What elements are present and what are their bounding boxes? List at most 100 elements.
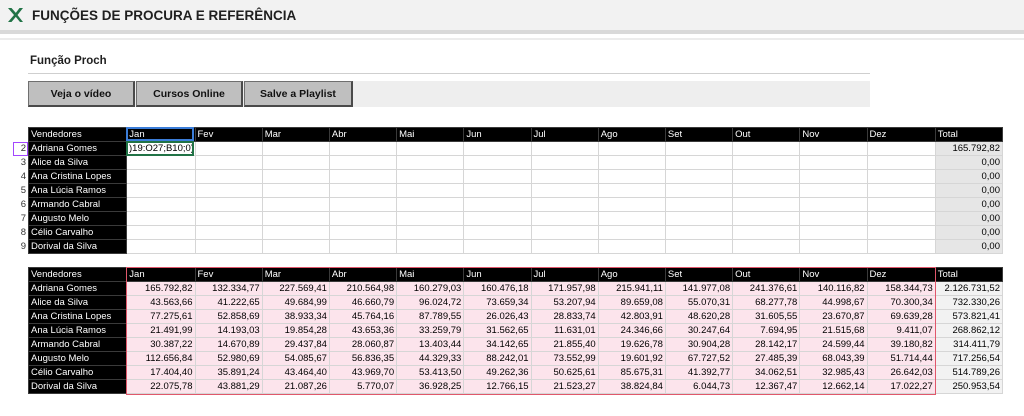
month-cell[interactable] bbox=[799, 211, 868, 226]
month-value-cell[interactable]: 49.684,99 bbox=[261, 295, 330, 310]
month-value-cell[interactable]: 69.639,28 bbox=[866, 309, 936, 324]
month-value-cell[interactable]: 43.563,66 bbox=[126, 295, 196, 310]
month-value-cell[interactable]: 19.626,78 bbox=[597, 337, 666, 352]
month-cell[interactable] bbox=[463, 225, 532, 240]
month-value-cell[interactable]: 70.300,34 bbox=[866, 295, 936, 310]
month-value-cell[interactable]: 160.279,03 bbox=[396, 281, 465, 296]
month-value-cell[interactable]: 241.376,61 bbox=[732, 281, 801, 296]
header-cell[interactable]: Ago bbox=[597, 127, 666, 142]
month-value-cell[interactable]: 43.881,29 bbox=[194, 379, 263, 394]
active-cell-formula[interactable]: )19:O27;B10;0) bbox=[126, 141, 194, 156]
month-cell[interactable] bbox=[597, 197, 666, 212]
salesperson-cell[interactable]: Augusto Melo bbox=[27, 351, 128, 366]
month-cell[interactable] bbox=[261, 169, 330, 184]
month-cell[interactable] bbox=[597, 141, 666, 156]
month-value-cell[interactable]: 33.259,79 bbox=[396, 323, 465, 338]
month-cell[interactable] bbox=[799, 197, 868, 212]
month-cell[interactable] bbox=[530, 197, 599, 212]
month-cell[interactable] bbox=[799, 225, 868, 240]
month-value-cell[interactable]: 56.836,35 bbox=[328, 351, 398, 366]
month-value-cell[interactable]: 42.803,91 bbox=[597, 309, 666, 324]
month-value-cell[interactable]: 52.980,69 bbox=[194, 351, 263, 366]
month-cell[interactable] bbox=[194, 225, 263, 240]
salesperson-cell[interactable]: Dorival da Silva bbox=[27, 379, 128, 394]
month-value-cell[interactable]: 26.026,43 bbox=[463, 309, 532, 324]
month-value-cell[interactable]: 77.275,61 bbox=[126, 309, 196, 324]
month-cell[interactable] bbox=[261, 197, 330, 212]
month-cell[interactable] bbox=[396, 169, 465, 184]
header-cell[interactable]: Nov bbox=[799, 267, 868, 282]
salesperson-cell[interactable]: Ana Lúcia Ramos bbox=[27, 183, 128, 198]
month-cell[interactable] bbox=[126, 183, 196, 198]
month-cell[interactable] bbox=[328, 239, 398, 254]
month-cell[interactable] bbox=[328, 183, 398, 198]
month-cell[interactable] bbox=[396, 155, 465, 170]
month-cell[interactable] bbox=[866, 141, 936, 156]
month-cell[interactable] bbox=[126, 155, 196, 170]
month-cell[interactable] bbox=[194, 183, 263, 198]
month-value-cell[interactable]: 12.662,14 bbox=[799, 379, 868, 394]
header-cell[interactable]: Out bbox=[732, 127, 801, 142]
month-cell[interactable] bbox=[597, 169, 666, 184]
month-cell[interactable] bbox=[530, 155, 599, 170]
month-cell[interactable] bbox=[194, 239, 263, 254]
month-cell[interactable] bbox=[328, 141, 398, 156]
month-value-cell[interactable]: 23.670,87 bbox=[799, 309, 868, 324]
month-value-cell[interactable]: 11.631,01 bbox=[530, 323, 599, 338]
month-cell[interactable] bbox=[664, 155, 734, 170]
month-value-cell[interactable]: 112.656,84 bbox=[126, 351, 196, 366]
row-number[interactable]: 3 bbox=[0, 156, 28, 170]
month-value-cell[interactable]: 12.367,47 bbox=[732, 379, 801, 394]
month-value-cell[interactable]: 44.998,67 bbox=[799, 295, 868, 310]
row-number[interactable]: 4 bbox=[0, 170, 28, 184]
month-value-cell[interactable]: 43.464,40 bbox=[261, 365, 330, 380]
row-number[interactable]: 5 bbox=[0, 184, 28, 198]
total-cell[interactable]: 0,00 bbox=[934, 183, 1004, 198]
month-value-cell[interactable]: 24.346,66 bbox=[597, 323, 666, 338]
month-cell[interactable] bbox=[328, 225, 398, 240]
header-cell[interactable]: Vendedores bbox=[27, 267, 128, 282]
month-value-cell[interactable]: 13.403,44 bbox=[396, 337, 465, 352]
month-cell[interactable] bbox=[463, 141, 532, 156]
month-cell[interactable] bbox=[664, 169, 734, 184]
watch-video-button[interactable]: Veja o vídeo bbox=[28, 81, 135, 107]
save-playlist-button[interactable]: Salve a Playlist bbox=[244, 81, 353, 107]
month-value-cell[interactable]: 21.515,68 bbox=[799, 323, 868, 338]
month-value-cell[interactable]: 31.605,55 bbox=[732, 309, 801, 324]
month-cell[interactable] bbox=[866, 225, 936, 240]
month-value-cell[interactable]: 50.625,61 bbox=[530, 365, 599, 380]
header-cell[interactable]: Vendedores bbox=[27, 127, 128, 142]
month-value-cell[interactable]: 22.075,78 bbox=[126, 379, 196, 394]
month-cell[interactable] bbox=[194, 141, 263, 156]
month-cell[interactable] bbox=[732, 197, 801, 212]
header-cell[interactable]: Ago bbox=[597, 267, 666, 282]
month-value-cell[interactable]: 14.193,03 bbox=[194, 323, 263, 338]
salesperson-cell[interactable]: Alice da Silva bbox=[27, 155, 128, 170]
header-cell[interactable]: Jun bbox=[463, 267, 532, 282]
month-value-cell[interactable]: 45.764,16 bbox=[328, 309, 398, 324]
month-cell[interactable] bbox=[530, 169, 599, 184]
month-cell[interactable] bbox=[866, 239, 936, 254]
month-cell[interactable] bbox=[597, 211, 666, 226]
month-cell[interactable] bbox=[530, 183, 599, 198]
header-cell[interactable]: Jan bbox=[126, 267, 196, 282]
month-cell[interactable] bbox=[328, 155, 398, 170]
month-value-cell[interactable]: 32.985,43 bbox=[799, 365, 868, 380]
month-cell[interactable] bbox=[126, 211, 196, 226]
total-cell[interactable]: 732.330,26 bbox=[934, 295, 1004, 310]
month-value-cell[interactable]: 17.404,40 bbox=[126, 365, 196, 380]
month-value-cell[interactable]: 7.694,95 bbox=[732, 323, 801, 338]
row-number[interactable]: 8 bbox=[0, 226, 28, 240]
total-cell[interactable]: 0,00 bbox=[934, 155, 1004, 170]
month-value-cell[interactable]: 21.523,27 bbox=[530, 379, 599, 394]
month-value-cell[interactable]: 215.941,11 bbox=[597, 281, 666, 296]
month-cell[interactable] bbox=[261, 225, 330, 240]
month-cell[interactable] bbox=[530, 211, 599, 226]
header-cell[interactable]: Jul bbox=[530, 267, 599, 282]
month-value-cell[interactable]: 5.770,07 bbox=[328, 379, 398, 394]
month-value-cell[interactable]: 132.334,77 bbox=[194, 281, 263, 296]
month-cell[interactable] bbox=[866, 155, 936, 170]
salesperson-cell[interactable]: Alice da Silva bbox=[27, 295, 128, 310]
month-value-cell[interactable]: 68.277,78 bbox=[732, 295, 801, 310]
header-cell[interactable]: Mai bbox=[396, 267, 465, 282]
